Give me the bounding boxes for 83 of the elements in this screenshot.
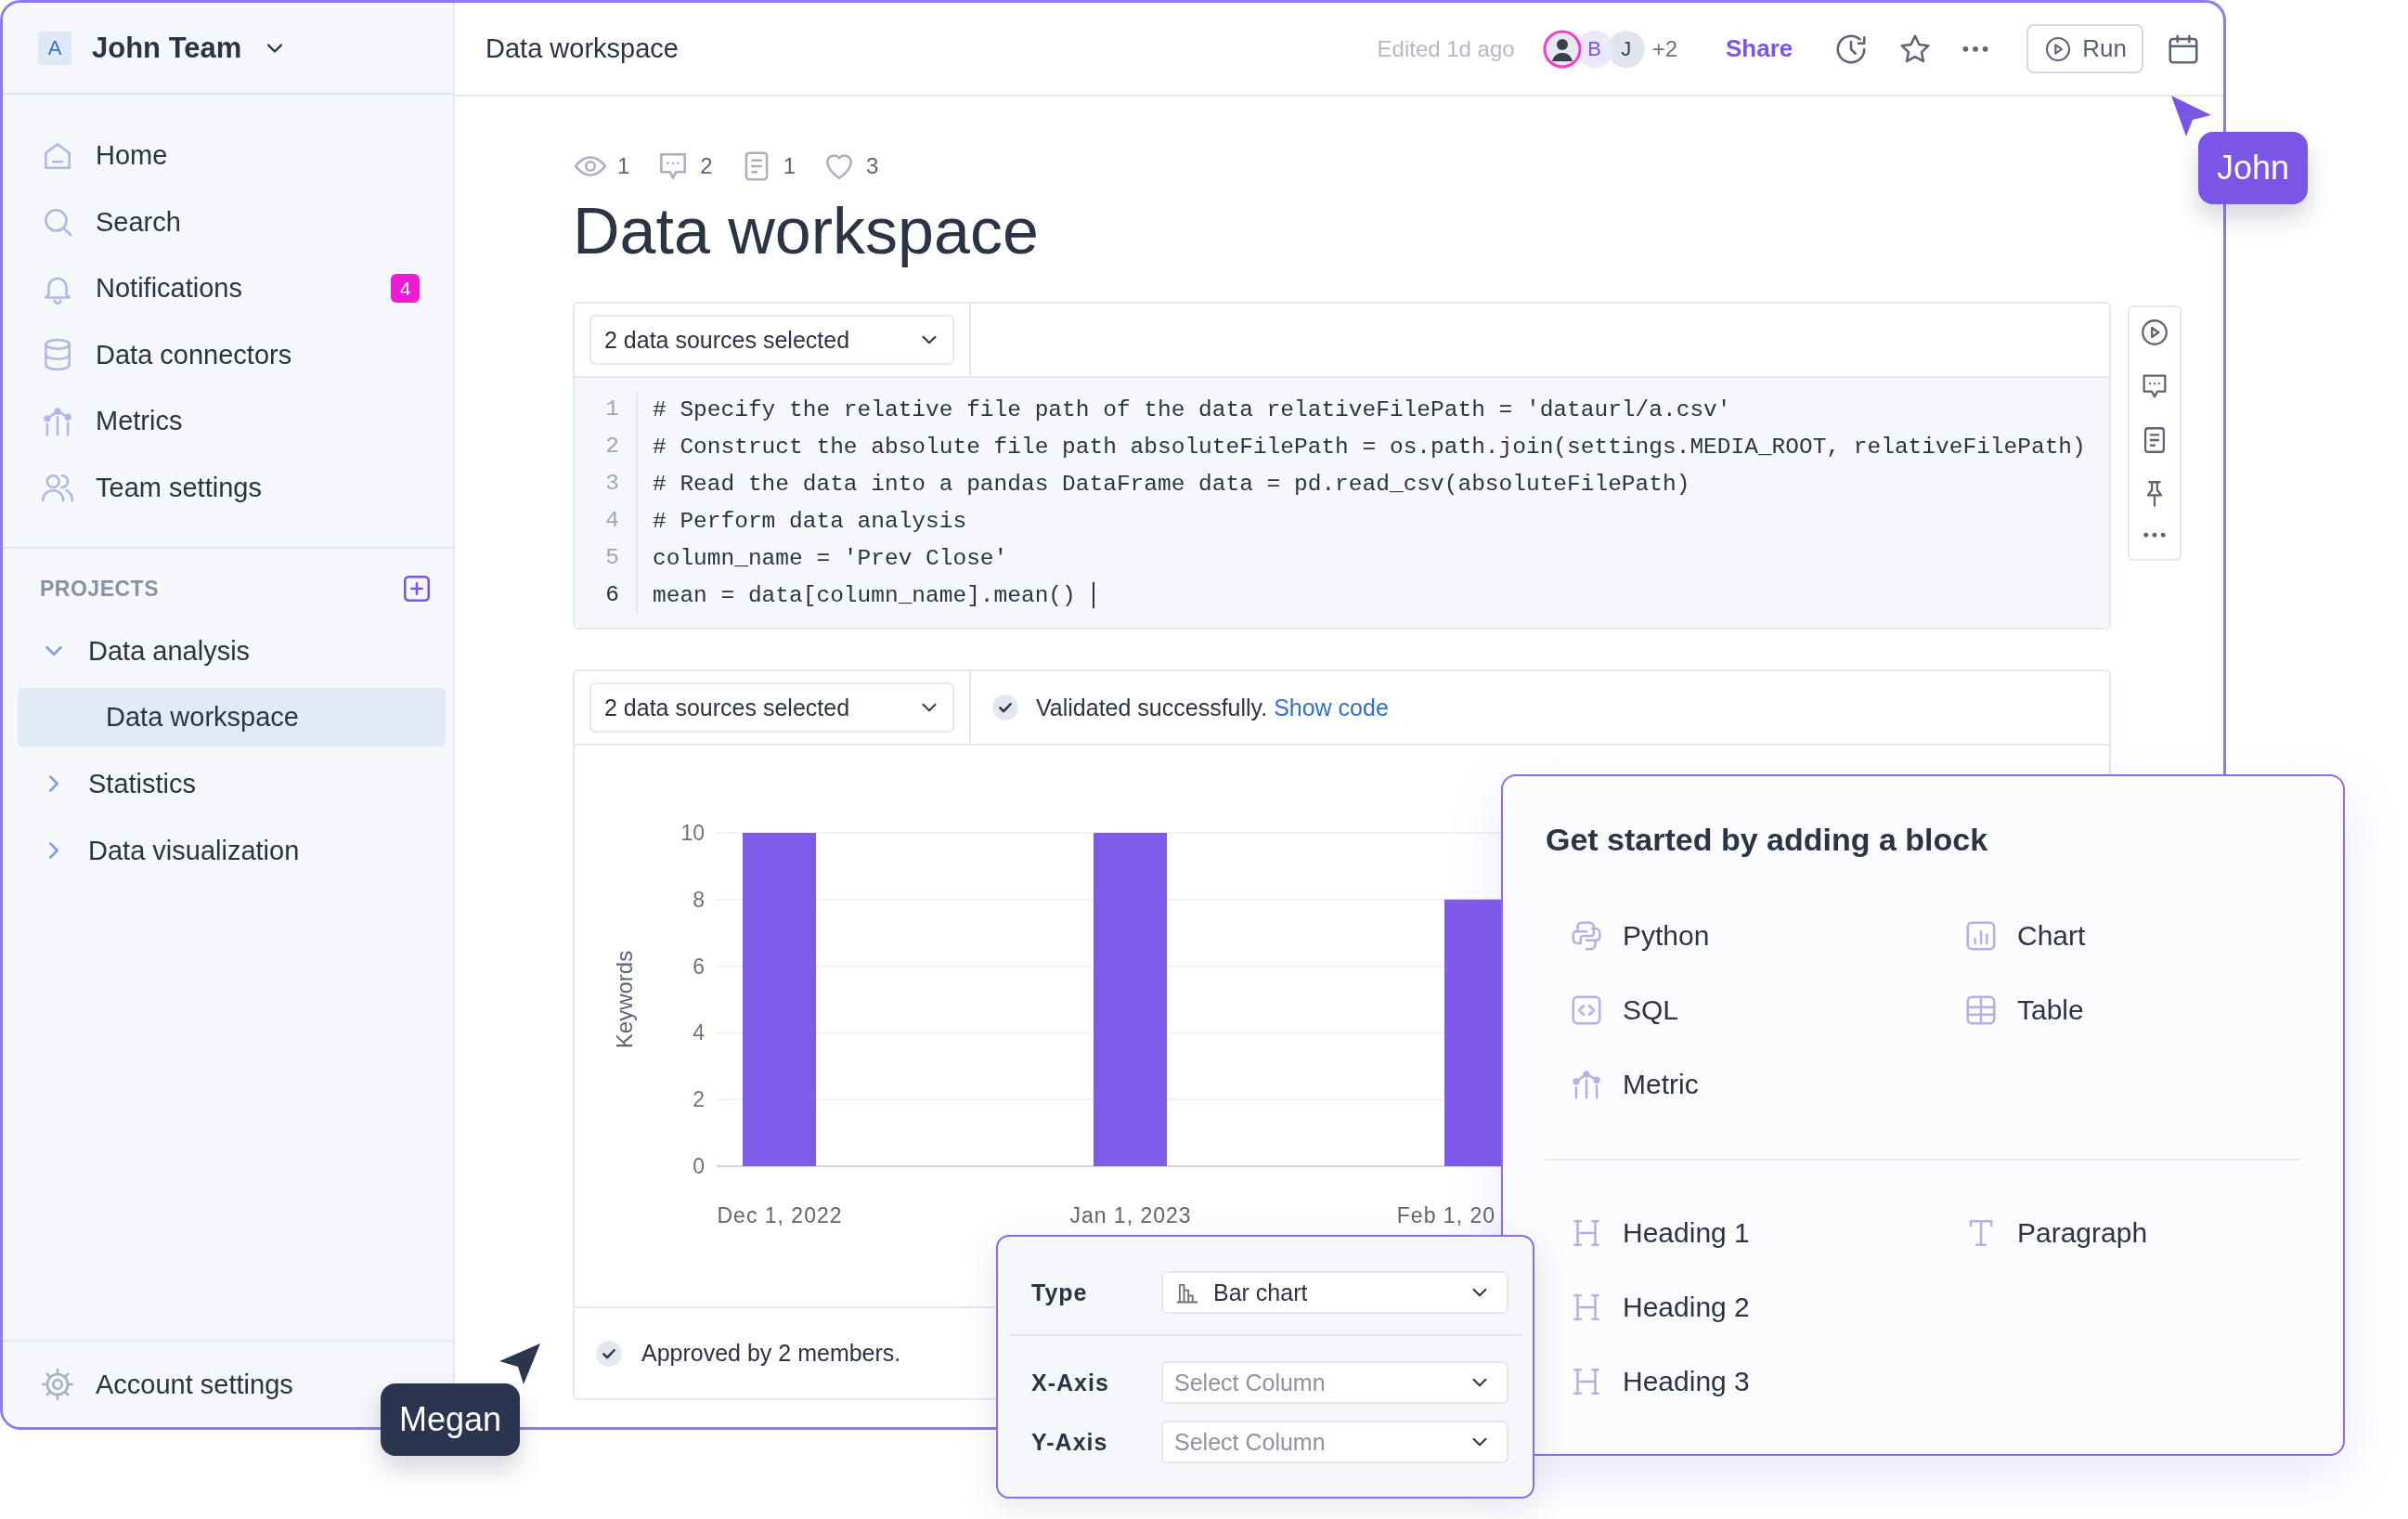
run-block-button[interactable] bbox=[2139, 317, 2170, 348]
nav-item[interactable]: Search bbox=[3, 188, 440, 255]
block-option[interactable]: Heading 3 bbox=[1546, 1344, 1757, 1419]
project-item[interactable]: Data visualization bbox=[3, 817, 446, 884]
section-heading: PROJECTS bbox=[40, 576, 159, 602]
nav-item[interactable]: Metrics bbox=[3, 388, 440, 455]
python-icon bbox=[1569, 918, 1604, 954]
project-page-item[interactable]: Data workspace bbox=[18, 688, 446, 747]
plus-icon bbox=[401, 573, 433, 604]
settings-icon bbox=[40, 1367, 75, 1402]
nav-item[interactable]: Home bbox=[3, 123, 440, 189]
approval-message: Approved by 2 members. bbox=[641, 1340, 901, 1367]
block-option[interactable]: Heading 2 bbox=[1546, 1270, 1757, 1344]
line-number: 2 bbox=[604, 433, 619, 461]
share-button[interactable]: Share bbox=[1726, 34, 1793, 63]
text-caret bbox=[1092, 582, 1094, 608]
nav-item[interactable]: Notifications 4 bbox=[3, 255, 440, 322]
x-tick-label: Jan 1, 2023 bbox=[1069, 1203, 1192, 1227]
data-source-dropdown[interactable]: 2 data sources selected bbox=[589, 682, 954, 733]
code-line: # Construct the absolute file path absoluteFilePath = os.path.join(settings.MEDIA_ROOT, relativeFilePath) bbox=[653, 434, 2086, 460]
stat-count: 3 bbox=[866, 153, 879, 179]
stat-count: 2 bbox=[700, 153, 713, 179]
line-number: 5 bbox=[604, 544, 619, 572]
edited-time: Edited 1d ago bbox=[1377, 35, 1515, 62]
more-icon bbox=[1961, 45, 1990, 53]
user-name-tag: Megan bbox=[381, 1383, 521, 1456]
block-option[interactable]: Python bbox=[1546, 899, 1717, 973]
more-users-count: +2 bbox=[1651, 35, 1678, 62]
code-line: # Perform data analysis bbox=[653, 508, 967, 534]
add-project-button[interactable] bbox=[401, 573, 433, 604]
more-icon bbox=[2143, 532, 2167, 539]
block-option[interactable]: SQL bbox=[1546, 973, 1687, 1047]
block-option[interactable]: Table bbox=[1940, 973, 2091, 1047]
y-tick-label: 6 bbox=[693, 954, 705, 979]
y-tick-label: 4 bbox=[693, 1020, 705, 1045]
line-number: 4 bbox=[604, 507, 619, 535]
project-item[interactable]: Data analysis bbox=[3, 617, 446, 684]
user-avatar bbox=[1542, 29, 1582, 69]
chart-type-dropdown[interactable]: Bar chart bbox=[1161, 1271, 1508, 1314]
y-tick-label: 0 bbox=[693, 1154, 705, 1178]
stat-count: 1 bbox=[617, 153, 630, 179]
page-title: Data workspace bbox=[485, 33, 679, 64]
project-item[interactable]: Statistics bbox=[3, 750, 446, 817]
block-option[interactable]: Heading 1 bbox=[1546, 1196, 1757, 1270]
field-label: Y-Axis bbox=[1031, 1428, 1109, 1456]
notification-count: 4 bbox=[391, 274, 420, 304]
status-message: Validated successfully. Show code bbox=[1036, 694, 1389, 721]
y-tick-label: 2 bbox=[693, 1087, 705, 1112]
popup-title: Get started by adding a block bbox=[1546, 821, 1989, 859]
stat-count: 1 bbox=[783, 153, 796, 179]
run-button[interactable]: Run bbox=[2026, 24, 2143, 73]
user-name-tag: John bbox=[2198, 132, 2309, 204]
code-icon bbox=[1569, 993, 1604, 1028]
nav-item[interactable]: Team settings bbox=[3, 454, 440, 521]
field-label: Type bbox=[1031, 1279, 1089, 1306]
block-more-button[interactable] bbox=[2143, 532, 2167, 539]
y-tick-label: 10 bbox=[680, 821, 705, 845]
y-axis-label: Keywords bbox=[612, 950, 637, 1049]
team-switcher[interactable]: A John Team bbox=[38, 31, 289, 65]
block-option[interactable]: Paragraph bbox=[1940, 1196, 2156, 1270]
block-option[interactable]: Chart bbox=[1940, 899, 2093, 973]
code-line: # Specify the relative file path of the data relativeFilePath = 'dataurl/a.csv' bbox=[653, 396, 1731, 422]
field-label: X-Axis bbox=[1031, 1369, 1110, 1396]
show-code-link[interactable]: Show code bbox=[1274, 694, 1389, 721]
block-option[interactable]: Metric bbox=[1546, 1047, 1706, 1122]
account-settings-item[interactable]: Account settings bbox=[40, 1367, 293, 1402]
code-line: # Read the data into a pandas DataFrame data = pd.read_csv(absoluteFilePath) bbox=[653, 471, 1690, 497]
code-line: column_name = 'Prev Close' bbox=[653, 545, 1008, 571]
table-icon bbox=[1963, 993, 1999, 1028]
line-number: 6 bbox=[604, 581, 619, 609]
y-tick-label: 8 bbox=[693, 887, 705, 912]
more-button[interactable] bbox=[1961, 45, 1990, 53]
line-number: 1 bbox=[604, 396, 619, 423]
line-number: 3 bbox=[604, 470, 619, 498]
team-avatar: A bbox=[38, 31, 71, 65]
code-line: mean = data[column_name].mean() bbox=[653, 582, 1076, 608]
x-tick-label: Dec 1, 2022 bbox=[717, 1203, 843, 1227]
document-title: Data workspace bbox=[573, 194, 1040, 269]
data-source-dropdown[interactable]: 2 data sources selected bbox=[589, 315, 954, 365]
nav-item[interactable]: Data connectors bbox=[3, 321, 440, 388]
x-tick-label: Feb 1, 20 bbox=[1396, 1203, 1495, 1227]
chart-icon bbox=[1963, 918, 1999, 954]
play-icon bbox=[2139, 317, 2170, 348]
